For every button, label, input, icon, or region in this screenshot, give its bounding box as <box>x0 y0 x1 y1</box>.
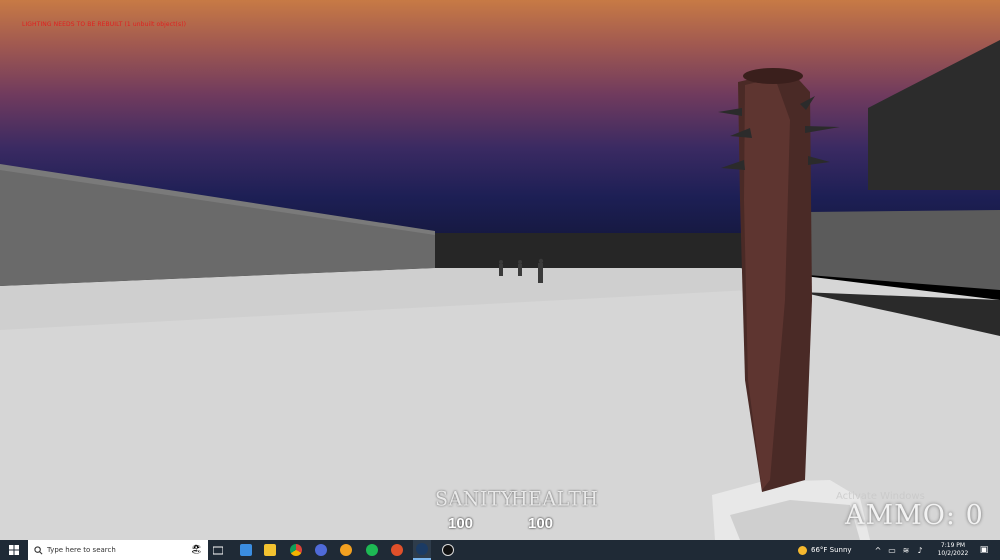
app-red-icon[interactable] <box>389 540 405 560</box>
notifications-icon[interactable]: ▣ <box>976 540 992 560</box>
windows-taskbar: Type here to search 🏖 66°F Sunny ^ ▭ ≋ ♪… <box>0 540 1000 560</box>
unreal-engine-icon[interactable] <box>440 540 456 560</box>
steam-icon[interactable] <box>413 540 431 560</box>
weather-widget[interactable]: 66°F Sunny <box>798 540 852 560</box>
chrome-icon[interactable] <box>288 540 304 560</box>
file-explorer-icon[interactable] <box>262 540 278 560</box>
game-viewport[interactable]: LIGHTING NEEDS TO BE REBUILT (1 unbuilt … <box>0 0 1000 540</box>
sun-icon <box>798 545 807 555</box>
enemy-figure <box>518 260 522 276</box>
app-orange-icon[interactable] <box>338 540 354 560</box>
health-label: HEALTH <box>511 487 599 511</box>
debug-message: LIGHTING NEEDS TO BE REBUILT (1 unbuilt … <box>22 21 187 28</box>
sanity-value: 100 <box>448 515 474 532</box>
explorer-app-icon[interactable] <box>238 540 254 560</box>
health-value: 100 <box>528 515 554 532</box>
spotify-icon[interactable] <box>364 540 380 560</box>
search-placeholder: Type here to search <box>47 546 116 554</box>
search-highlight-icon: 🏖 <box>190 545 202 555</box>
taskbar-search-box[interactable]: Type here to search 🏖 <box>28 540 208 560</box>
left-wall <box>0 166 435 286</box>
far-wall <box>435 233 755 268</box>
clock[interactable]: 7:19 PM 10/2/2022 <box>936 542 970 558</box>
search-icon <box>34 545 43 554</box>
network-icon[interactable]: ▭ <box>886 540 898 560</box>
enemy-figure <box>499 260 503 276</box>
ammo-counter: AMMO: 0 <box>845 500 984 531</box>
chevron-up-icon[interactable]: ^ <box>872 540 884 560</box>
right-tower <box>868 40 1000 190</box>
start-button[interactable] <box>0 540 28 560</box>
level-geometry <box>0 40 1000 540</box>
app-blue-icon[interactable] <box>313 540 329 560</box>
wifi-icon[interactable]: ≋ <box>900 540 912 560</box>
windows-logo-icon <box>9 545 19 555</box>
sanity-label: SANITY <box>435 487 515 511</box>
task-view-icon[interactable] <box>210 540 226 560</box>
volume-icon[interactable]: ♪ <box>914 540 926 560</box>
clock-date: 10/2/2022 <box>937 550 969 557</box>
weather-text: 66°F Sunny <box>811 546 852 554</box>
clock-time: 7:19 PM <box>940 542 966 549</box>
right-block <box>808 210 1000 290</box>
